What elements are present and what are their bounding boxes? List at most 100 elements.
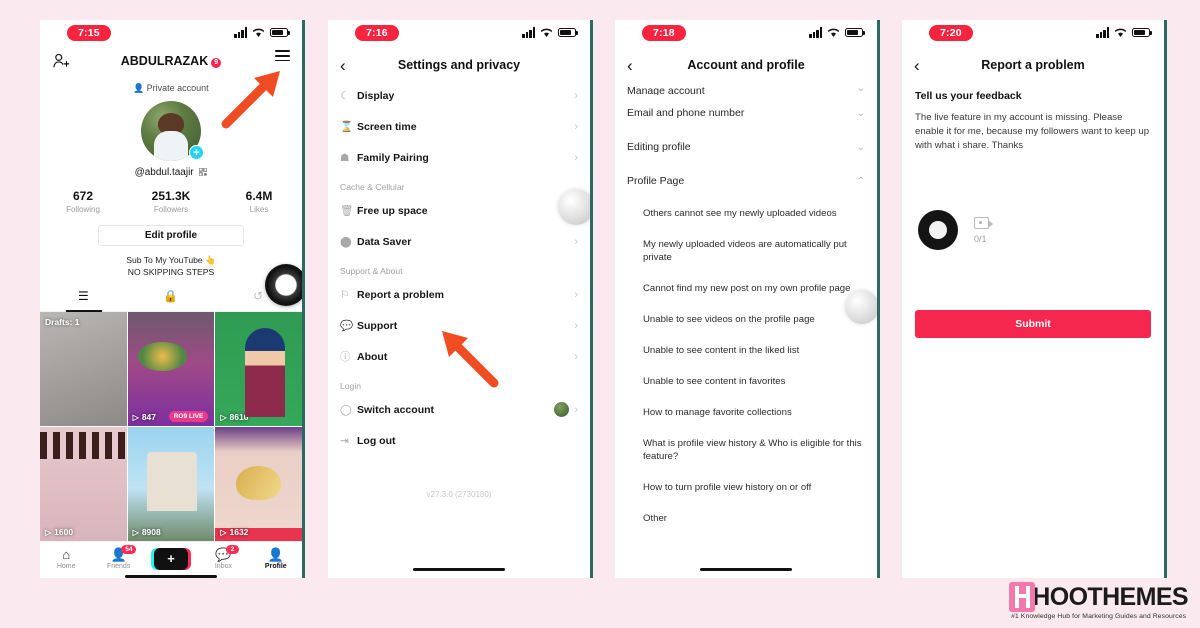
nav-friends[interactable]: 👤 54 Friends: [92, 545, 144, 570]
back-chevron-icon[interactable]: ‹: [627, 57, 633, 74]
feedback-textarea[interactable]: The live feature in my account is missin…: [915, 111, 1151, 153]
chevron-right-icon: ›: [574, 151, 578, 164]
settings-nav-header: ‹ Settings and privacy: [328, 50, 590, 80]
home-icon: ⌂: [62, 547, 71, 562]
stat-likes[interactable]: 6.4M Likes: [228, 189, 290, 214]
chevron-right-icon: ›: [574, 235, 578, 248]
section-label: Manage account: [627, 85, 705, 95]
nav-create[interactable]: +: [145, 548, 197, 570]
video-grid: Drafts: 1 ▷ 847 RO9 LIVE ▷ 8616 ▷ 1600 ▷ 890…: [40, 312, 302, 541]
profile-icon: 👤: [267, 547, 284, 562]
nav-label: Profile: [264, 563, 287, 570]
profile-bio: Sub To My YouTube 👆 NO SKIPPING STEPS: [40, 254, 302, 278]
add-friend-icon[interactable]: [52, 52, 70, 70]
faq-item[interactable]: Other: [627, 503, 865, 534]
camera-record-icon[interactable]: [918, 210, 958, 250]
add-video-icon[interactable]: [974, 216, 993, 229]
section-profile-page[interactable]: Profile Page ⌃: [627, 164, 865, 198]
nav-home[interactable]: ⌂ Home: [40, 547, 92, 571]
edit-profile-button[interactable]: Edit profile: [98, 225, 244, 246]
grid-item[interactable]: Drafts: 1: [40, 312, 127, 426]
status-icons: [234, 27, 291, 38]
wifi-icon: [1114, 28, 1127, 37]
view-count-text: 8616: [229, 412, 249, 422]
flag-icon: ⚐: [340, 288, 350, 301]
section-manage-account[interactable]: Manage account ⌄: [627, 80, 865, 96]
settings-row-log-out[interactable]: ⇥ Log out: [340, 425, 578, 456]
battery-icon: [845, 27, 866, 38]
battery-icon: [558, 27, 579, 38]
stat-value: 6.4M: [245, 189, 273, 203]
logo-mark-h: [1009, 582, 1036, 612]
tab-private[interactable]: 🔒: [127, 287, 214, 311]
account-nav-header: ‹ Account and profile: [615, 50, 877, 80]
chevron-right-icon: ›: [574, 319, 578, 332]
create-plus-icon[interactable]: +: [151, 548, 192, 570]
faq-item[interactable]: Cannot find my new post on my own profil…: [627, 273, 865, 304]
add-avatar-plus-icon[interactable]: +: [189, 145, 204, 160]
hourglass-icon: ⌛: [340, 121, 354, 133]
submit-button[interactable]: Submit: [915, 310, 1151, 338]
friends-badge: 54: [121, 545, 137, 554]
back-chevron-icon[interactable]: ‹: [340, 57, 346, 74]
back-chevron-icon[interactable]: ‹: [914, 57, 920, 74]
grid-item[interactable]: ▷ 8908: [127, 427, 215, 541]
grid-item[interactable]: ▷ 8616: [215, 312, 302, 426]
section-editing-profile[interactable]: Editing profile ⌄: [627, 130, 865, 164]
section-label: Profile Page: [627, 175, 685, 187]
stat-followers[interactable]: 251.3K Followers: [140, 189, 202, 214]
chevron-right-icon: ›: [574, 89, 578, 102]
hamburger-icon[interactable]: [275, 50, 290, 65]
signal-icon: [809, 27, 822, 38]
status-icons: [1096, 27, 1153, 38]
status-bar: 7:18: [615, 20, 877, 50]
home-indicator: [700, 567, 792, 571]
faq-item[interactable]: My newly uploaded videos are automatical…: [627, 229, 865, 273]
status-time: 7:15: [67, 25, 111, 41]
profile-stats: 672 Following 251.3K Followers 6.4M Like…: [40, 189, 302, 214]
faq-item[interactable]: Unable to see content in favorites: [627, 366, 865, 397]
qr-code-icon[interactable]: [199, 168, 208, 176]
faq-item[interactable]: Unable to see videos on the profile page: [627, 304, 865, 335]
avatar-wrapper[interactable]: +: [141, 101, 204, 161]
nav-inbox[interactable]: 💬 2 Inbox: [197, 545, 249, 570]
grid-item[interactable]: ▷ 1600: [40, 427, 127, 541]
settings-row-data-saver[interactable]: ⬤ Data Saver ›: [340, 226, 578, 257]
switch-icon: ◯: [340, 403, 352, 416]
settings-row-family-pairing[interactable]: ☗ Family Pairing ›: [340, 142, 578, 173]
faq-item[interactable]: What is profile view history & Who is el…: [627, 428, 865, 472]
faq-item[interactable]: Others cannot see my newly uploaded vide…: [627, 198, 865, 229]
grid-item[interactable]: ▷ 847 RO9 LIVE: [127, 312, 215, 426]
wifi-icon: [540, 28, 553, 37]
faq-item[interactable]: How to manage favorite collections: [627, 397, 865, 428]
play-icon: ▷: [45, 527, 52, 537]
faq-item[interactable]: Unable to see content in the liked list: [627, 335, 865, 366]
play-icon: ▷: [220, 527, 227, 537]
settings-row-report-a-problem[interactable]: ⚐ Report a problem ›: [340, 279, 578, 310]
wifi-icon: [827, 28, 840, 37]
profile-handle: @abdul.taajir: [40, 167, 302, 178]
hoothemes-logo: HOOTHEMES #1 Knowledge Hub for Marketing…: [1009, 582, 1189, 620]
settings-row-switch-account[interactable]: ◯ Switch account ›: [340, 394, 578, 425]
page-title: Settings and privacy: [397, 58, 521, 72]
view-count: ▷ 8616: [220, 412, 248, 422]
settings-row-free-up-space[interactable]: 🗑 Free up space ›: [340, 195, 578, 226]
report-nav-header: ‹ Report a problem: [902, 50, 1164, 80]
battery-icon: [1132, 27, 1153, 38]
nav-profile[interactable]: 👤 Profile: [250, 547, 302, 571]
settings-row-display[interactable]: ☾ Display ›: [340, 80, 578, 111]
section-email-phone[interactable]: Email and phone number ⌄: [627, 96, 865, 130]
view-count-text: 1600: [54, 527, 74, 537]
chevron-down-icon: ⌄: [856, 107, 865, 119]
grid-item[interactable]: ▷ 1632: [215, 427, 302, 541]
play-icon: ▷: [132, 527, 139, 537]
tab-grid[interactable]: ☰: [40, 287, 127, 311]
repost-icon: ↺: [253, 289, 264, 303]
nav-label: Home: [56, 563, 76, 570]
faq-item[interactable]: How to turn profile view history on or o…: [627, 472, 865, 503]
chevron-right-icon: ›: [574, 350, 578, 363]
status-bar: 7:15: [40, 20, 302, 50]
stat-following[interactable]: 672 Following: [52, 189, 114, 214]
chevron-right-icon: ›: [574, 120, 578, 133]
settings-row-screen-time[interactable]: ⌛ Screen time ›: [340, 111, 578, 142]
